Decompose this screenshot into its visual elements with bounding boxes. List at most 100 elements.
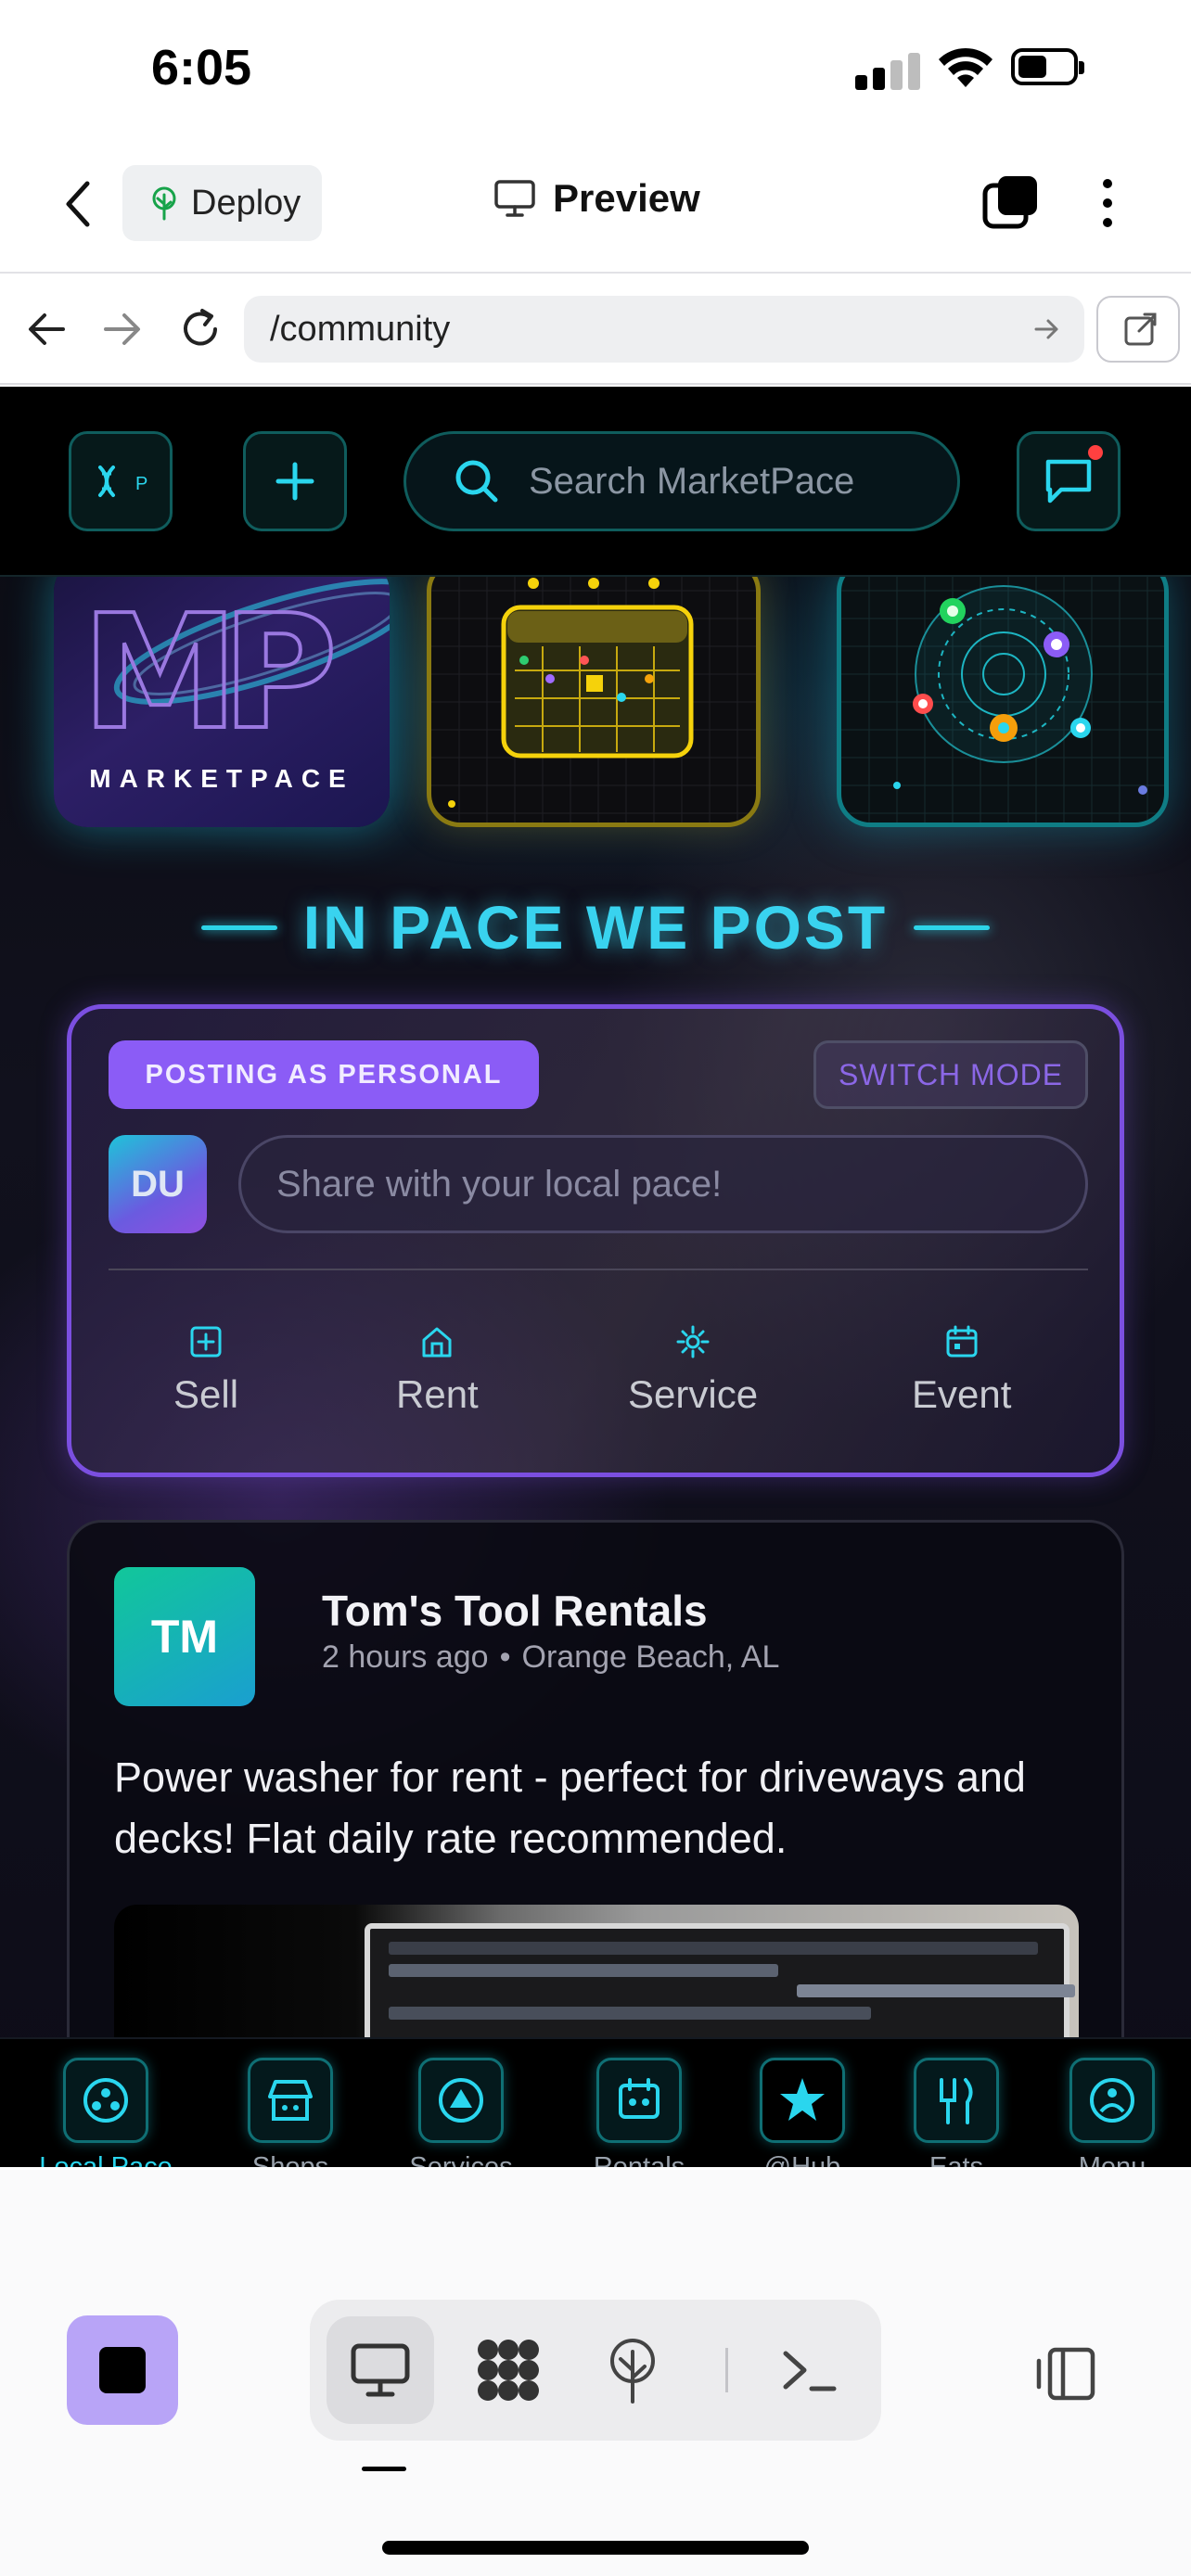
deploy-label: Deploy bbox=[191, 183, 301, 223]
app-header: Deploy Preview bbox=[0, 139, 1191, 274]
segment-divider bbox=[725, 2348, 728, 2392]
meta-separator: • bbox=[499, 1639, 511, 1675]
monitor-icon bbox=[351, 2343, 410, 2397]
unread-dot bbox=[1088, 445, 1103, 460]
tagline: IN PACE WE POST bbox=[302, 893, 889, 962]
workspace-view-button[interactable] bbox=[455, 2316, 562, 2424]
add-post-button[interactable] bbox=[243, 431, 347, 531]
tab-rentals[interactable]: Rentals bbox=[579, 2058, 699, 2167]
browser-bar: /community bbox=[0, 275, 1191, 385]
post-location: Orange Beach, AL bbox=[521, 1639, 780, 1675]
preview-toggle[interactable]: Preview bbox=[493, 176, 700, 221]
monitor-icon bbox=[494, 180, 535, 217]
terminal-icon bbox=[783, 2351, 837, 2391]
calendar-grid-icon bbox=[431, 563, 756, 823]
composer-divider bbox=[109, 1269, 1088, 1270]
url-field[interactable]: /community bbox=[244, 296, 1084, 363]
sell-button[interactable]: Sell bbox=[173, 1324, 238, 1417]
utensils-icon bbox=[914, 2058, 999, 2143]
search-icon bbox=[455, 460, 498, 503]
dna-icon: P bbox=[98, 465, 147, 497]
tabs-switcher-icon[interactable] bbox=[981, 174, 1039, 232]
tab-eats-label: Eats bbox=[928, 2152, 984, 2167]
sell-label: Sell bbox=[173, 1372, 239, 1416]
tab-menu-label: Menu bbox=[1078, 2152, 1146, 2167]
post-meta: 2 hours ago • Orange Beach, AL bbox=[322, 1639, 779, 1676]
home-indicator bbox=[382, 2541, 809, 2555]
share-input[interactable]: Share with your local pace! bbox=[238, 1135, 1088, 1233]
browser-forward-icon[interactable] bbox=[96, 303, 148, 355]
external-link-icon bbox=[1124, 312, 1157, 346]
user-avatar[interactable]: DU bbox=[109, 1135, 207, 1233]
tagline-rule-left bbox=[200, 925, 277, 930]
svg-text:P: P bbox=[135, 474, 147, 494]
view-switcher bbox=[310, 2300, 881, 2441]
tab-shops-label: Shops bbox=[251, 2152, 329, 2167]
selected-indicator bbox=[362, 2467, 406, 2471]
plus-square-icon bbox=[190, 1326, 222, 1358]
messages-button[interactable] bbox=[1017, 431, 1121, 531]
wifi-icon bbox=[939, 47, 992, 87]
posting-mode-badge: POSTING AS PERSONAL bbox=[109, 1040, 539, 1109]
event-label: Event bbox=[912, 1372, 1012, 1416]
plus-icon bbox=[275, 462, 314, 501]
console-view-button[interactable] bbox=[755, 2316, 863, 2424]
search-placeholder: Search MarketPace bbox=[529, 460, 855, 502]
post-author[interactable]: Tom's Tool Rentals bbox=[322, 1586, 708, 1636]
tab-services-label: Services bbox=[409, 2152, 513, 2167]
deploy-view-button[interactable] bbox=[579, 2316, 686, 2424]
menu-icon bbox=[1069, 2058, 1155, 2143]
calendar-icon bbox=[946, 1325, 978, 1358]
tab-hub[interactable]: @Hub bbox=[742, 2058, 863, 2167]
star-icon bbox=[760, 2058, 845, 2143]
open-external-button[interactable] bbox=[1096, 296, 1180, 363]
battery-icon bbox=[1011, 48, 1084, 85]
bottom-tab-bar: Local Pace Shops Services Rentals @Hub E… bbox=[0, 2037, 1191, 2167]
deploy-button[interactable]: Deploy bbox=[122, 165, 322, 241]
panel-toggle-icon[interactable] bbox=[1030, 2337, 1104, 2411]
deploy-tree-icon bbox=[152, 186, 176, 221]
rent-label: Rent bbox=[396, 1372, 479, 1416]
ide-toolbar bbox=[0, 2170, 1191, 2576]
more-options-icon[interactable] bbox=[1091, 174, 1124, 232]
tab-local-pace[interactable]: Local Pace bbox=[26, 2058, 186, 2167]
service-button[interactable]: Service bbox=[628, 1324, 758, 1417]
tab-shops[interactable]: Shops bbox=[230, 2058, 351, 2167]
back-chevron-icon[interactable] bbox=[56, 176, 102, 232]
tab-rentals-label: Rentals bbox=[593, 2152, 685, 2167]
tagline-rule-right bbox=[914, 925, 991, 930]
stop-button[interactable] bbox=[67, 2315, 178, 2425]
local-pace-icon bbox=[63, 2058, 148, 2143]
tab-eats[interactable]: Eats bbox=[896, 2058, 1017, 2167]
switch-mode-button[interactable]: SWITCH MODE bbox=[813, 1040, 1088, 1109]
mode-toggle-button[interactable]: P bbox=[69, 431, 173, 531]
rentals-icon bbox=[596, 2058, 682, 2143]
go-arrow-icon[interactable] bbox=[1031, 312, 1064, 346]
workspace-grid-icon bbox=[478, 2340, 539, 2401]
tagline-row: IN PACE WE POST bbox=[0, 892, 1191, 963]
radar-map-icon bbox=[841, 563, 1164, 823]
signal-icon bbox=[855, 51, 920, 90]
service-label: Service bbox=[628, 1372, 759, 1416]
stop-square-icon bbox=[99, 2347, 146, 2393]
marketpace-logo-card: MP MARKETPACE bbox=[54, 558, 390, 827]
tab-services[interactable]: Services bbox=[401, 2058, 521, 2167]
app-top-nav: P Search MarketPace bbox=[0, 387, 1191, 577]
tab-menu[interactable]: Menu bbox=[1052, 2058, 1172, 2167]
reload-icon[interactable] bbox=[174, 303, 226, 355]
map-radar-card[interactable] bbox=[837, 558, 1169, 827]
browser-back-icon[interactable] bbox=[20, 303, 72, 355]
rent-button[interactable]: Rent bbox=[396, 1324, 479, 1417]
author-avatar[interactable]: TM bbox=[114, 1567, 255, 1706]
post-composer: POSTING AS PERSONAL SWITCH MODE DU Share… bbox=[67, 1004, 1124, 1477]
home-icon bbox=[422, 1327, 452, 1358]
tab-hub-label: @Hub bbox=[763, 2152, 841, 2167]
services-icon bbox=[418, 2058, 504, 2143]
tab-local-pace-label: Local Pace bbox=[39, 2152, 173, 2167]
shop-icon bbox=[248, 2058, 333, 2143]
preview-label: Preview bbox=[553, 176, 700, 220]
preview-view-button[interactable] bbox=[327, 2316, 434, 2424]
calendar-card[interactable] bbox=[427, 558, 761, 827]
event-button[interactable]: Event bbox=[912, 1324, 1011, 1417]
search-bar[interactable]: Search MarketPace bbox=[403, 431, 960, 531]
